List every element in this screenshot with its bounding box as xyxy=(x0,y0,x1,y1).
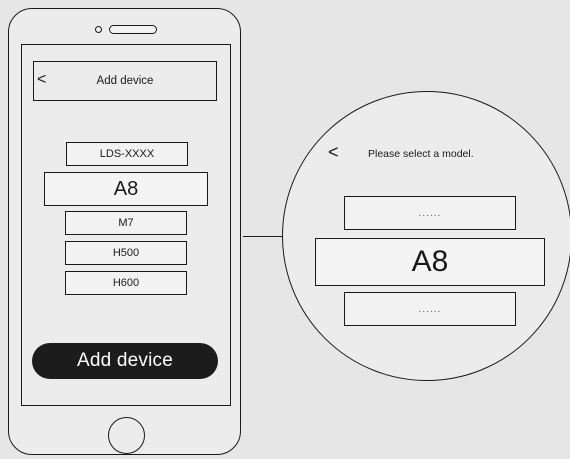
model-option-selected[interactable]: A8 xyxy=(44,172,208,206)
model-option-h600[interactable]: H600 xyxy=(65,271,187,295)
add-device-button[interactable]: Add device xyxy=(32,343,218,379)
back-chevron-icon[interactable]: < xyxy=(328,142,339,162)
model-option-lds[interactable]: LDS-XXXX xyxy=(66,142,188,166)
zoom-option-selected[interactable]: A8 xyxy=(315,238,545,286)
app-bar: < Add device xyxy=(33,61,217,101)
model-option-m7[interactable]: M7 xyxy=(65,211,187,235)
page-title: Add device xyxy=(96,75,154,87)
earpiece-speaker xyxy=(109,25,157,34)
home-button[interactable] xyxy=(108,417,145,454)
model-option-h500[interactable]: H500 xyxy=(65,241,187,265)
zoom-option-below[interactable]: ...... xyxy=(344,292,516,326)
zoom-option-above[interactable]: ...... xyxy=(344,196,516,230)
select-model-prompt: Please select a model. xyxy=(368,148,474,160)
magnified-callout xyxy=(282,91,570,381)
front-camera xyxy=(95,26,102,33)
